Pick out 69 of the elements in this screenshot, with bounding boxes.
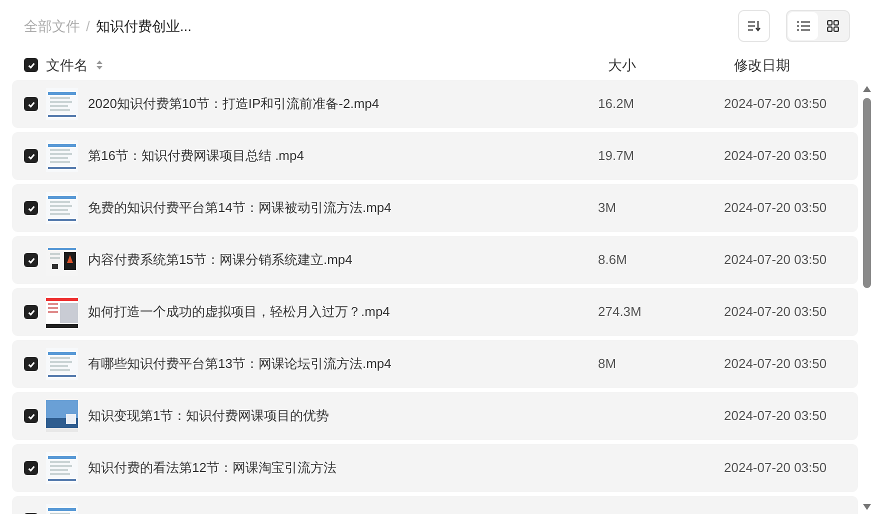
checkmark-icon bbox=[26, 152, 36, 160]
file-name[interactable]: 2020知识付费第10节：打造IP和引流前准备-2.mp4 bbox=[88, 94, 598, 114]
modified-date: 2024-07-20 03:50 bbox=[724, 407, 827, 426]
scroll-up-arrow-icon[interactable] bbox=[863, 86, 871, 92]
file-size: 19.7M bbox=[598, 147, 636, 166]
file-size: 8.6M bbox=[598, 251, 628, 270]
list-icon bbox=[796, 21, 810, 31]
modified-date: 2024-07-20 03:50 bbox=[724, 355, 827, 374]
modified-date: 2024-07-20 03:50 bbox=[724, 95, 827, 114]
file-row[interactable]: 免费的知识付费平台第14节：网课被动引流方法.mp4 3M 2024-07-20 03:50 bbox=[12, 184, 858, 232]
breadcrumb-separator: / bbox=[86, 16, 90, 36]
modified-date: 2024-07-20 03:50 bbox=[724, 251, 827, 270]
thumbnail bbox=[46, 296, 78, 328]
checkbox[interactable] bbox=[24, 253, 38, 267]
file-row[interactable]: 知识付费的看法第12节：网课淘宝引流方法 2024-07-20 03:50 bbox=[12, 444, 858, 492]
thumbnail bbox=[46, 88, 78, 120]
thumbnail bbox=[46, 140, 78, 172]
file-name[interactable]: 免费的知识付费平台第14节：网课被动引流方法.mp4 bbox=[88, 198, 598, 218]
column-header[interactable]: 大小 bbox=[608, 54, 734, 76]
grid-icon bbox=[827, 20, 839, 32]
sort-icon bbox=[747, 20, 761, 32]
file-name[interactable]: 内容付费系统第15节：网课分销系统建立.mp4 bbox=[88, 250, 598, 270]
checkmark-icon bbox=[26, 412, 36, 420]
scroll-down-arrow-icon[interactable] bbox=[863, 504, 871, 510]
file-row[interactable]: 有哪些知识付费平台第13节：网课论坛引流方法.mp4 8M 2024-07-20 03:50 bbox=[12, 340, 858, 388]
file-row[interactable]: 第16节：知识付费网课项目总结 .mp4 19.7M 2024-07-20 03:50 bbox=[12, 132, 858, 180]
modified-date: 2024-07-20 03:50 bbox=[724, 303, 827, 322]
modified-date: 2024-07-20 03:50 bbox=[724, 459, 827, 478]
modified-date: 2024-07-20 03:50 bbox=[724, 199, 827, 218]
thumbnail bbox=[46, 192, 78, 224]
checkmark-icon bbox=[26, 360, 36, 368]
file-size: 16.2M bbox=[598, 95, 636, 114]
file-name[interactable]: 知识付费的看法第12节：网课淘宝引流方法 bbox=[88, 458, 598, 478]
file-row[interactable]: 知识变现第1节：知识付费网课项目的优势 2024-07-20 03:50 bbox=[12, 392, 858, 440]
thumbnail bbox=[46, 348, 78, 380]
checkbox[interactable] bbox=[24, 201, 38, 215]
file-name[interactable]: 如何打造一个成功的虚拟项目，轻松月入过万？.mp4 bbox=[88, 302, 598, 322]
checkbox[interactable] bbox=[24, 58, 38, 72]
checkbox[interactable] bbox=[24, 149, 38, 163]
modified-date: 2024-07-20 03:50 bbox=[724, 147, 827, 166]
checkmark-icon bbox=[26, 256, 36, 264]
file-name[interactable]: 知识变现第1节：知识付费网课项目的优势 bbox=[88, 406, 598, 426]
checkbox[interactable] bbox=[24, 305, 38, 319]
checkbox[interactable] bbox=[24, 409, 38, 423]
thumbnail bbox=[46, 400, 78, 432]
file-row[interactable]: 如何打造一个成功的虚拟项目，轻松月入过万？.mp4 274.3M 2024-07-20 03:50 bbox=[12, 288, 858, 336]
sort-button[interactable] bbox=[738, 10, 770, 42]
file-row[interactable]: 2020知识付费第10节：打造IP和引流前准备-2.mp4 16.2M 2024-07-20 03:50 bbox=[12, 80, 858, 128]
checkbox[interactable] bbox=[24, 357, 38, 371]
column-header[interactable]: 修改日期 bbox=[734, 54, 790, 76]
file-name[interactable]: 有哪些知识付费平台第13节：网课论坛引流方法.mp4 bbox=[88, 354, 598, 374]
checkmark-icon bbox=[26, 204, 36, 212]
checkmark-icon bbox=[26, 464, 36, 472]
checkmark-icon bbox=[26, 100, 36, 108]
sort-arrows-icon[interactable] bbox=[96, 60, 103, 70]
column-header[interactable]: 文件名 bbox=[46, 54, 88, 76]
thumbnail bbox=[46, 452, 78, 484]
file-row[interactable]: 内容付费系统第15节：网课分销系统建立.mp4 8.6M 2024-07-20 03:50 bbox=[12, 236, 858, 284]
list-view-button[interactable] bbox=[788, 12, 818, 40]
checkmark-icon bbox=[26, 60, 36, 70]
scrollbar-thumb[interactable] bbox=[863, 98, 871, 288]
checkbox[interactable] bbox=[24, 97, 38, 111]
checkmark-icon bbox=[26, 308, 36, 316]
file-size: 3M bbox=[598, 199, 618, 218]
file-size: 274.3M bbox=[598, 303, 642, 322]
checkbox[interactable] bbox=[24, 461, 38, 475]
breadcrumb-link[interactable]: 知识付费创业... bbox=[96, 16, 192, 36]
file-name[interactable]: 第16节：知识付费网课项目总结 .mp4 bbox=[88, 146, 598, 166]
file-size: 8M bbox=[598, 355, 618, 374]
